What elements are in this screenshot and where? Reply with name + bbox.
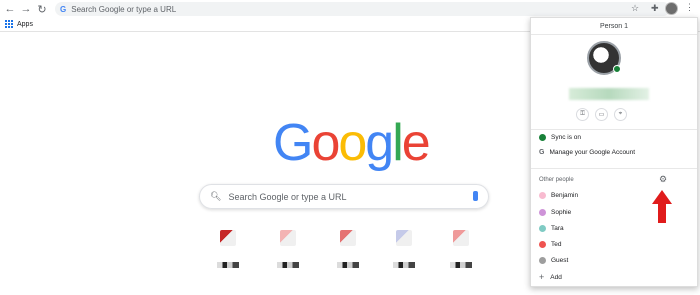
manage-account-label: Manage your Google Account bbox=[549, 149, 636, 156]
tile-favicon bbox=[280, 230, 296, 246]
sync-icon bbox=[539, 134, 546, 141]
plus-icon: + bbox=[539, 272, 545, 282]
person-avatar-icon bbox=[539, 257, 546, 264]
tile-favicon bbox=[340, 230, 356, 246]
google-g-icon: G bbox=[60, 4, 67, 14]
logo-letter: o bbox=[311, 114, 340, 172]
shortcut-tile[interactable] bbox=[391, 230, 417, 270]
person-row[interactable]: Benjamin bbox=[539, 192, 578, 199]
panel-divider bbox=[531, 129, 697, 130]
panel-title: Person 1 bbox=[531, 18, 697, 35]
person-avatar-icon bbox=[539, 192, 546, 199]
google-logo: Google bbox=[273, 113, 431, 173]
location-icon[interactable]: ⌖ bbox=[614, 108, 627, 121]
reload-icon[interactable]: ↻ bbox=[34, 1, 50, 17]
person-avatar-icon bbox=[539, 209, 546, 216]
sync-label: Sync is on bbox=[551, 134, 581, 141]
tile-label-blurred bbox=[277, 262, 299, 268]
person-name: Benjamin bbox=[551, 192, 579, 199]
tile-favicon bbox=[396, 230, 412, 246]
shortcut-tiles bbox=[210, 230, 510, 280]
sync-badge-icon bbox=[613, 65, 621, 73]
shortcut-tile[interactable] bbox=[335, 230, 361, 270]
credit-card-icon[interactable]: ▭ bbox=[595, 108, 608, 121]
tile-label-blurred bbox=[337, 262, 359, 268]
shortcut-tile[interactable] bbox=[215, 230, 241, 270]
logo-letter: G bbox=[273, 114, 313, 172]
back-icon[interactable]: ← bbox=[2, 1, 18, 17]
add-label: Add bbox=[550, 273, 562, 281]
other-people-heading: Other people bbox=[539, 177, 574, 183]
blurred-account-name bbox=[569, 88, 649, 100]
sync-row[interactable]: Sync is on bbox=[539, 134, 581, 141]
apps-shortcut[interactable]: Apps bbox=[5, 20, 33, 28]
tile-favicon bbox=[220, 230, 236, 246]
profile-avatar-button[interactable] bbox=[665, 2, 678, 15]
apps-label: Apps bbox=[17, 20, 33, 28]
logo-letter: e bbox=[401, 114, 431, 172]
search-icon: 🔍︎ bbox=[210, 191, 222, 201]
person-row[interactable]: Sophie bbox=[539, 209, 571, 216]
logo-letter: l bbox=[392, 114, 403, 172]
red-arrow-annotation bbox=[652, 190, 672, 226]
shortcut-tile[interactable] bbox=[275, 230, 301, 270]
person-avatar-icon bbox=[539, 241, 546, 248]
logo-letter: g bbox=[365, 114, 394, 172]
person-name: Tara bbox=[551, 225, 564, 232]
forward-icon[interactable]: → bbox=[18, 1, 34, 17]
apps-grid-icon bbox=[5, 20, 13, 28]
tile-label-blurred bbox=[393, 262, 415, 268]
person-row[interactable]: Guest bbox=[539, 257, 568, 264]
kebab-menu-icon[interactable]: ⋮ bbox=[685, 2, 694, 13]
search-placeholder: Search Google or type a URL bbox=[228, 191, 347, 202]
tile-favicon bbox=[453, 230, 469, 246]
person-avatar-icon bbox=[539, 225, 546, 232]
search-box[interactable]: 🔍︎ Search Google or type a URL bbox=[199, 184, 489, 209]
shortcut-tile[interactable] bbox=[448, 230, 474, 270]
microphone-icon[interactable] bbox=[473, 191, 478, 201]
browser-toolbar: ← → ↻ G Search Google or type a URL ☆ ✚ … bbox=[0, 0, 700, 18]
account-icons: ⚿ ▭ ⌖ bbox=[576, 108, 627, 121]
omnibox[interactable]: G Search Google or type a URL bbox=[55, 2, 670, 16]
key-icon[interactable]: ⚿ bbox=[576, 108, 589, 121]
person-row[interactable]: Tara bbox=[539, 225, 564, 232]
gear-icon[interactable]: ⚙ bbox=[659, 174, 667, 185]
profile-menu-panel: Person 1 ⚿ ▭ ⌖ Sync is on G Manage your … bbox=[530, 17, 698, 287]
person-row[interactable]: Ted bbox=[539, 241, 561, 248]
person-name: Guest bbox=[551, 257, 569, 264]
tile-label-blurred bbox=[217, 262, 239, 268]
omnibox-placeholder: Search Google or type a URL bbox=[71, 4, 177, 14]
manage-account-row[interactable]: G Manage your Google Account bbox=[539, 149, 635, 156]
panel-divider bbox=[531, 168, 697, 169]
add-person-row[interactable]: + Add bbox=[539, 272, 562, 282]
star-icon[interactable]: ☆ bbox=[631, 3, 639, 14]
logo-letter: o bbox=[338, 114, 367, 172]
person-name: Sophie bbox=[551, 209, 572, 216]
person-name: Ted bbox=[551, 241, 562, 248]
google-g-icon: G bbox=[539, 149, 545, 156]
puzzle-icon[interactable]: ✚ bbox=[651, 3, 659, 14]
tile-label-blurred bbox=[450, 262, 472, 268]
